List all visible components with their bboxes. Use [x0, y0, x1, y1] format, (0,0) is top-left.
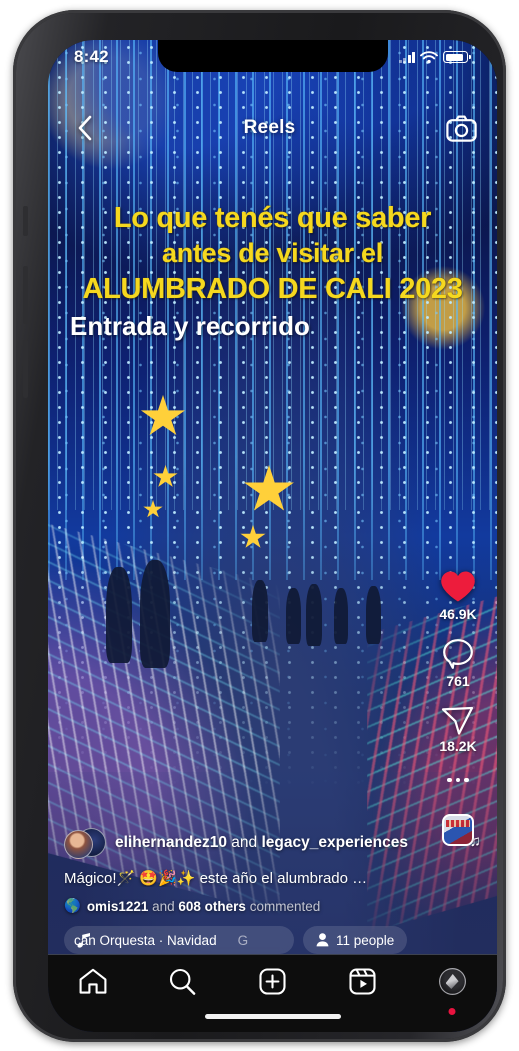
comment-count: 761 — [446, 673, 470, 689]
people-pill[interactable]: 11 people — [303, 926, 408, 954]
avatar-icon — [438, 968, 466, 995]
home-icon — [79, 968, 107, 994]
heart-icon — [441, 571, 475, 602]
author-row[interactable]: elihernandez10 and legacy_experiences — [64, 828, 483, 859]
music-pill[interactable]: cán Orquesta · Navidad G — [64, 926, 294, 954]
author-primary-username[interactable]: elihernandez10 — [115, 834, 227, 851]
avatar-primary — [64, 830, 93, 859]
comment-summary-suffix: commented — [245, 898, 321, 914]
music-track-tail: G — [237, 932, 249, 948]
volume-up-button[interactable] — [23, 266, 28, 324]
visitor-silhouette — [286, 588, 301, 644]
overlay-line-4: Entrada y recorrido — [70, 311, 310, 342]
tab-search[interactable] — [138, 968, 228, 1008]
person-icon — [316, 933, 329, 947]
screenshot-stage: Lo que tenés que saber antes de visitar … — [0, 0, 519, 1051]
page-title: Reels — [243, 117, 296, 138]
collab-conjunction: and — [227, 834, 262, 851]
share-button[interactable]: 18.2K — [439, 705, 477, 754]
comment-button[interactable]: 761 — [442, 638, 475, 689]
globe-icon: 🌎 — [64, 898, 81, 913]
volume-down-button[interactable] — [23, 340, 28, 398]
visitor-silhouette — [306, 584, 322, 646]
share-count: 18.2K — [439, 738, 477, 754]
ellipsis-icon — [447, 770, 469, 790]
status-clock: 8:42 — [74, 47, 109, 66]
comment-summary-count: 608 others — [178, 898, 246, 914]
reel-caption[interactable]: Mágico!🪄 🤩🎉✨ este año el alumbrado … — [64, 869, 483, 887]
phone-screen: Lo que tenés que saber antes de visitar … — [48, 40, 497, 1032]
visitor-silhouette — [366, 586, 381, 644]
video-overlay-text: Lo que tenés que saber antes de visitar … — [48, 202, 497, 342]
like-count: 46.9K — [439, 606, 477, 622]
action-rail: 46.9K 761 18.2K ♫ — [429, 570, 487, 862]
back-button[interactable] — [68, 111, 102, 145]
visitor-silhouette — [252, 580, 268, 642]
reels-icon — [349, 968, 376, 995]
camera-icon — [446, 115, 477, 142]
author-names[interactable]: elihernandez10 and legacy_experiences — [115, 834, 408, 852]
comment-summary-middle: and — [148, 898, 179, 914]
camera-button[interactable] — [437, 111, 477, 145]
battery-icon — [443, 51, 471, 63]
plus-square-icon — [259, 968, 286, 995]
overlay-line-2: antes de visitar el — [162, 237, 383, 268]
visitor-silhouette — [334, 588, 348, 644]
comment-bubble-icon — [442, 639, 473, 669]
status-indicators — [398, 50, 471, 64]
phone-frame: Lo que tenés que saber antes de visitar … — [13, 10, 506, 1042]
tab-reels[interactable] — [317, 968, 407, 1008]
comment-summary-user: omis1221 — [86, 898, 149, 914]
notification-dot-badge — [448, 1008, 456, 1015]
tab-home[interactable] — [48, 968, 138, 1008]
meta-pills: cán Orquesta · Navidad G 11 people — [64, 926, 483, 954]
device-notch — [158, 40, 388, 72]
tab-create[interactable] — [228, 968, 318, 1008]
search-icon — [170, 968, 196, 995]
tab-profile[interactable] — [407, 968, 497, 1015]
visitor-silhouette — [106, 567, 132, 663]
people-pill-label: 11 people — [336, 932, 395, 948]
comment-summary[interactable]: 🌎 omis1221 and 608 others commented — [64, 898, 483, 914]
overlay-line-1: Lo que tenés que saber — [113, 202, 432, 234]
wifi-icon — [420, 50, 439, 63]
more-options-button[interactable] — [447, 770, 469, 790]
like-button[interactable]: 46.9K — [439, 570, 477, 622]
avatar-group[interactable] — [64, 828, 106, 859]
reels-header: Reels — [48, 102, 497, 154]
mute-switch[interactable] — [23, 206, 28, 236]
home-indicator[interactable] — [204, 1014, 341, 1019]
author-secondary-username[interactable]: legacy_experiences — [261, 834, 408, 851]
bottom-tab-bar — [48, 954, 497, 1032]
music-track-name: cán Orquesta · Navidad — [74, 932, 217, 948]
reel-meta: elihernandez10 and legacy_experiences Má… — [48, 828, 497, 954]
chevron-left-icon — [78, 115, 92, 141]
overlay-line-3: ALUMBRADO DE CALI 2023 — [82, 272, 463, 305]
paper-plane-icon — [442, 706, 474, 735]
signal-bars-icon — [398, 51, 416, 63]
visitor-silhouette — [140, 560, 170, 668]
